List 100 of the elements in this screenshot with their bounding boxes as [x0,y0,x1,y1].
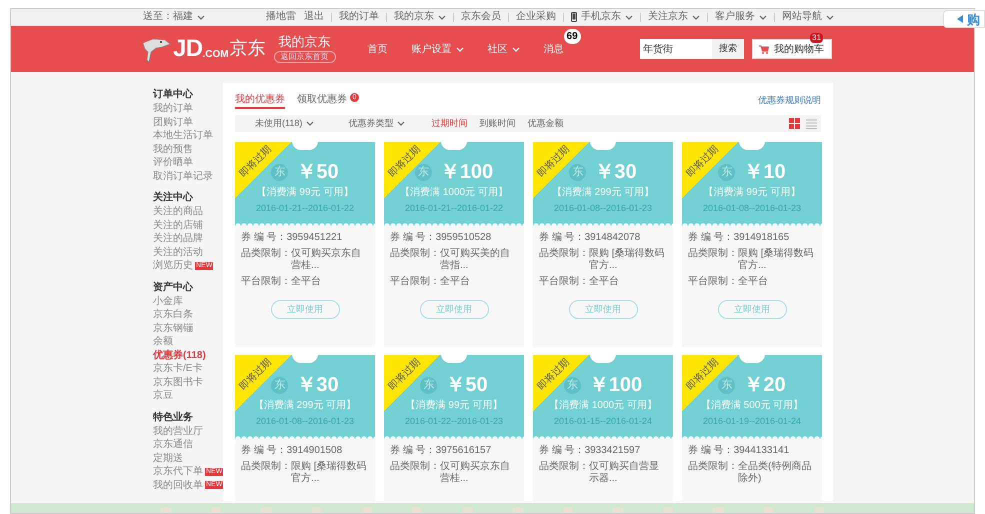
sidebar-heading: 关注中心 [153,191,194,205]
sidebar-item[interactable]: 京东白条 [153,307,193,322]
sidebar-item[interactable]: 取消订单记录 [153,168,213,184]
thumbnail-placeholder [814,507,824,513]
thumbnail-placeholder [713,507,724,513]
sidebar-item[interactable]: 本地生活订单 [153,128,213,144]
side-cart-tab[interactable]: 购 [943,10,985,28]
caret-icon [197,14,205,20]
field-value: 仅可购买京东自营桂... [291,248,362,272]
sidebar-item[interactable]: 京东卡/E卡 [153,361,202,376]
coupon-tab[interactable]: 我的优惠券 [235,93,285,109]
field-label: 平台限制： [539,276,589,288]
field-label: 券 编 号： [390,232,436,244]
filter-dropdown[interactable]: 未使用(118) [255,116,314,130]
top-link[interactable]: 京东会员 [461,12,501,22]
jd-logo-icon: 东 [414,164,432,180]
field-label: 券 编 号： [539,445,585,457]
sidebar-item[interactable]: 京豆 [153,388,173,404]
field-label: 平台限制： [241,276,291,288]
jd-logo-icon: 东 [718,164,736,180]
top-link[interactable]: 关注京东 [648,12,700,22]
search-field[interactable]: 年货街 [640,39,712,59]
field-value: 限购 [桑瑞得数码官方... [589,248,666,272]
thumbnail-placeholder [362,507,372,513]
sidebar-item[interactable]: 定期送 [153,450,183,466]
sidebar-item[interactable]: 我的营业厅 [153,424,203,439]
sidebar-item[interactable]: 关注的活动 [153,244,203,260]
sidebar-item[interactable]: 关注的商品 [153,204,203,220]
field-label: 品类限制： [390,248,440,261]
top-link[interactable]: 退出 [304,12,324,22]
field-value: 仅可购买京东自营桂... [440,461,511,485]
sidebar-heading: 特色业务 [153,410,194,424]
field-label: 券 编 号： [390,445,436,457]
coupon-amount: ￥30 [594,162,637,182]
field-label: 品类限制： [241,461,291,474]
coupon-amount: ￥20 [743,375,786,395]
use-now-button[interactable]: 立即使用 [420,300,488,319]
sidebar-item[interactable]: 京东代下单 [153,464,203,480]
field-value: 3933421597 [584,445,640,457]
field-label: 品类限制： [688,461,738,474]
use-now-button[interactable]: 立即使用 [718,300,786,319]
sidebar-item[interactable]: 京东通信 [153,437,193,452]
back-home-link[interactable]: 返回京东首页 [274,51,336,63]
top-link[interactable]: 我的京东 [394,12,446,22]
caret-icon [456,46,464,52]
sidebar-item[interactable]: 余额 [153,334,173,350]
use-now-button[interactable]: 立即使用 [270,300,340,319]
sidebar-item[interactable]: 小金库 [153,294,183,309]
caret-icon [692,14,700,20]
sidebar-item[interactable]: 关注的品牌 [153,231,203,246]
nav-link[interactable]: 社区 [488,42,520,56]
nav-link[interactable]: 账户设置 [412,42,464,56]
jd-logo-icon: 东 [564,376,581,394]
top-link[interactable]: 我的订单 [339,12,379,22]
coupon-amount: ￥100 [588,375,642,395]
sidebar-item[interactable]: 优惠券(118) [153,348,206,363]
top-link[interactable]: 客户服务 [715,12,767,22]
sort-option[interactable]: 过期时间 [431,116,468,130]
sidebar-item[interactable]: 浏览历史 [153,258,193,274]
sidebar-item[interactable]: 评价晒单 [153,155,193,170]
field-value: 限购 [桑瑞得数码官方... [738,248,815,272]
sidebar-item[interactable]: 我的回收单 [153,478,203,493]
top-link[interactable]: 手机京东 [571,12,633,22]
field-value: 3959510528 [436,232,492,244]
top-link[interactable]: 网站导航 [782,12,834,22]
field-value: 3914918165 [734,232,790,244]
coupon-dates: 2016-01-15--2016-01-24 [554,417,652,426]
rules-link[interactable]: 优惠券规则说明 [758,94,821,108]
search-button[interactable]: 搜索 [712,39,744,59]
filter-dropdown[interactable]: 优惠券类型 [348,116,406,130]
location-selector[interactable]: 送至：福建 [143,12,205,22]
field-value: 全平台 [440,276,470,288]
sidebar-item[interactable]: 我的订单 [153,101,193,116]
caret-icon [759,14,767,20]
coupon-dates: 2016-01-21--2016-01-22 [404,204,504,213]
nav-link[interactable]: 首页 [368,42,388,56]
field-value: 仅可购买自营显示器... [589,461,660,485]
message-count-badge: 69 [564,28,581,44]
use-now-button[interactable]: 立即使用 [568,300,638,319]
sort-option[interactable]: 优惠金额 [527,116,564,130]
sidebar-item[interactable]: 京东图书卡 [153,374,203,390]
coupon-dates: 2016-01-19--2016-01-24 [702,417,802,426]
thumbnail-placeholder [312,507,322,513]
caret-icon [438,14,446,20]
sidebar-heading: 资产中心 [153,280,194,294]
coupon-dates: 2016-01-08--2016-01-23 [554,204,652,213]
top-link[interactable]: 播地雷 [266,12,296,22]
sidebar-item[interactable]: 京东钢镚 [153,320,193,336]
top-link[interactable]: 企业采购 [516,12,556,22]
jd-logo-icon: 东 [271,164,288,180]
nav-link[interactable]: 消息 [544,42,564,56]
cart-button[interactable]: 我的购物车 [752,39,832,59]
sidebar-item[interactable]: 团购订单 [153,114,193,130]
field-label: 券 编 号： [688,445,734,457]
sort-option[interactable]: 到账时间 [479,116,516,130]
sidebar-item[interactable]: 我的预售 [153,142,193,157]
jd-logo-icon: 东 [569,164,586,180]
grid-view-icon[interactable] [789,118,800,129]
coupon-tab[interactable]: 领取优惠券 [297,93,347,109]
sidebar-item[interactable]: 关注的店铺 [153,218,203,233]
